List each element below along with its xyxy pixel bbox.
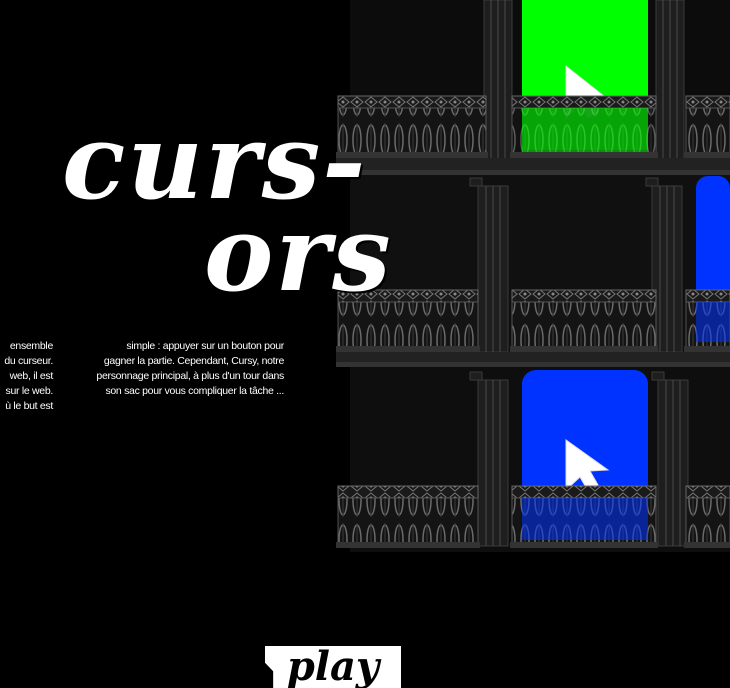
intro-line: son sac pour vous compliquer la tâche ..… [105,385,284,397]
game-stage: curs- ors ensemble du curseur. web, il e… [0,0,730,688]
intro-text-column-1: ensemble du curseur. web, il est sur le … [0,339,53,414]
intro-line: du curseur. [4,355,53,367]
play-button[interactable]: play [265,646,401,688]
intro-line: sur le web. [5,385,54,397]
game-title-line-2: ors [204,192,393,315]
intro-line: web, il est [9,370,54,382]
intro-text-column-2: simple : appuyer sur un bouton pour gagn… [64,339,284,399]
intro-line: ensemble [9,340,53,352]
intro-line: gagner la partie. Cependant, Cursy, notr… [103,355,284,367]
intro-line: personnage principal, à plus d'un tour d… [96,370,284,382]
intro-line: ù le but est [5,400,53,412]
intro-line: simple : appuyer sur un bouton pour [126,340,284,352]
building-facade [336,0,730,552]
